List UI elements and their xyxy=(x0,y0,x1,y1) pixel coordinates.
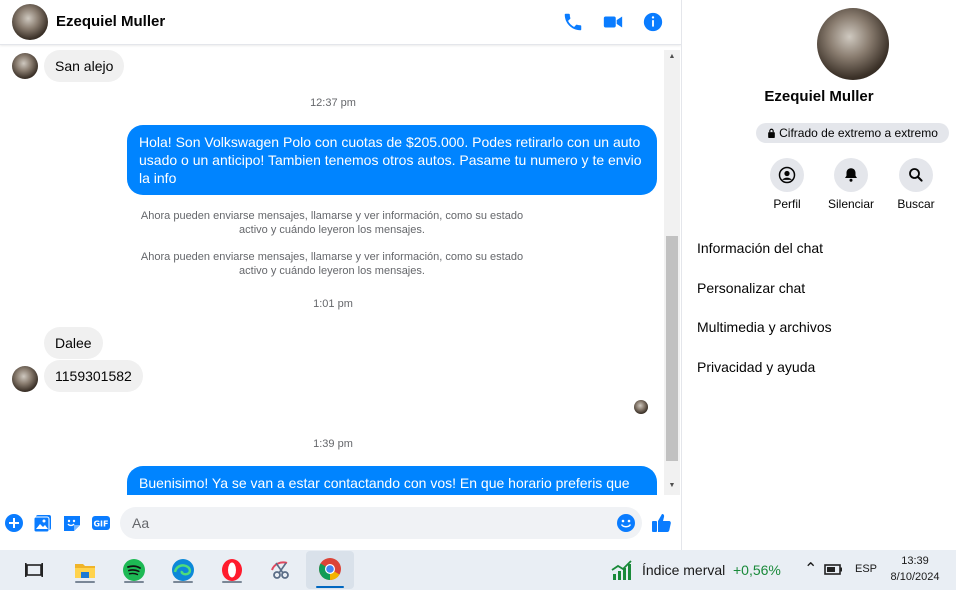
menu-privacy-help[interactable]: Privacidad y ayuda xyxy=(697,359,815,375)
phone-icon[interactable] xyxy=(562,11,584,33)
seen-indicator-avatar xyxy=(634,400,648,414)
incoming-message[interactable]: Dalee xyxy=(44,327,103,359)
profile-button[interactable]: Perfil xyxy=(752,158,822,211)
file-explorer-icon[interactable] xyxy=(71,556,99,584)
message-list: San alejo 12:37 pm Hola! Son Volkswagen … xyxy=(0,45,666,495)
svg-text:GIF: GIF xyxy=(93,520,108,529)
timestamp: 1:01 pm xyxy=(313,298,353,310)
incoming-message[interactable]: 1159301582 xyxy=(44,360,143,392)
windows-taskbar: Índice merval +0,56% ⌃ ESP 13:39 8/10/20… xyxy=(0,550,956,590)
timestamp: 1:39 pm xyxy=(313,438,353,450)
snipping-tool-icon[interactable] xyxy=(267,556,295,584)
encryption-badge[interactable]: Cifrado de extremo a extremo xyxy=(756,123,949,143)
system-notice: Ahora pueden enviarse mensajes, llamarse… xyxy=(140,251,524,277)
contact-name[interactable]: Ezequiel Muller xyxy=(56,13,165,30)
menu-customize-chat[interactable]: Personalizar chat xyxy=(697,280,805,296)
clock-date: 8/10/2024 xyxy=(890,571,940,583)
mute-label: Silenciar xyxy=(827,197,875,211)
language-indicator[interactable]: ESP xyxy=(855,563,877,575)
incoming-message[interactable]: San alejo xyxy=(44,50,125,82)
profile-label: Perfil xyxy=(773,197,801,211)
scroll-thumb[interactable] xyxy=(666,236,678,461)
sticker-icon[interactable] xyxy=(62,513,82,533)
message-input[interactable] xyxy=(120,507,642,539)
info-icon[interactable] xyxy=(642,11,664,33)
lock-icon xyxy=(768,128,775,138)
battery-icon[interactable] xyxy=(822,557,846,581)
contact-avatar[interactable] xyxy=(12,4,48,40)
sidebar-contact-name: Ezequiel Muller xyxy=(764,88,874,105)
scroll-up-arrow-icon[interactable]: ▲ xyxy=(664,53,680,63)
menu-chat-info[interactable]: Información del chat xyxy=(697,240,823,256)
plus-icon[interactable] xyxy=(4,513,24,533)
stock-trend-icon[interactable] xyxy=(608,556,636,584)
contact-avatar-small[interactable] xyxy=(12,53,38,79)
chrome-icon[interactable] xyxy=(316,555,344,583)
stock-change: +0,56% xyxy=(733,562,781,578)
chevron-up-icon[interactable]: ⌃ xyxy=(804,559,817,579)
clock-time: 13:39 xyxy=(901,555,929,567)
encryption-label: Cifrado de extremo a extremo xyxy=(779,126,938,140)
message-composer: GIF xyxy=(0,500,681,548)
image-icon[interactable] xyxy=(33,513,53,533)
profile-icon xyxy=(778,166,796,184)
message-scrollbar[interactable]: ▲ ▼ xyxy=(664,50,680,495)
edge-icon[interactable] xyxy=(169,556,197,584)
thumbs-up-icon[interactable] xyxy=(650,511,674,535)
bell-icon xyxy=(845,168,857,182)
timestamp: 12:37 pm xyxy=(310,97,356,109)
system-clock[interactable]: 13:39 8/10/2024 xyxy=(884,553,946,585)
gif-icon[interactable]: GIF xyxy=(91,513,111,533)
spotify-icon[interactable] xyxy=(120,556,148,584)
search-label: Buscar xyxy=(897,197,935,211)
outgoing-message[interactable]: Buenisimo! Ya se van a estar contactando… xyxy=(127,466,657,495)
task-view-icon[interactable] xyxy=(20,556,48,584)
video-camera-icon[interactable] xyxy=(602,11,624,33)
outgoing-message[interactable]: Hola! Son Volkswagen Polo con cuotas de … xyxy=(127,125,657,195)
opera-icon[interactable] xyxy=(218,556,246,584)
stock-name[interactable]: Índice merval xyxy=(642,562,725,578)
system-notice: Ahora pueden enviarse mensajes, llamarse… xyxy=(140,210,524,236)
contact-avatar-small[interactable] xyxy=(12,366,38,392)
contact-profile-avatar[interactable] xyxy=(817,8,889,80)
emoji-icon[interactable] xyxy=(616,513,636,533)
scroll-down-arrow-icon[interactable]: ▼ xyxy=(664,482,680,492)
mute-button[interactable]: Silenciar xyxy=(816,158,886,211)
chat-panel: Ezequiel Muller San alejo 12:37 pm Hola!… xyxy=(0,0,681,550)
menu-media-files[interactable]: Multimedia y archivos xyxy=(697,319,832,335)
search-icon xyxy=(909,168,923,182)
search-button[interactable]: Buscar xyxy=(881,158,951,211)
chat-header: Ezequiel Muller xyxy=(0,0,681,45)
chat-info-sidebar: Ezequiel Muller Cifrado de extremo a ext… xyxy=(682,0,956,550)
chrome-taskbar-active[interactable] xyxy=(306,551,354,589)
